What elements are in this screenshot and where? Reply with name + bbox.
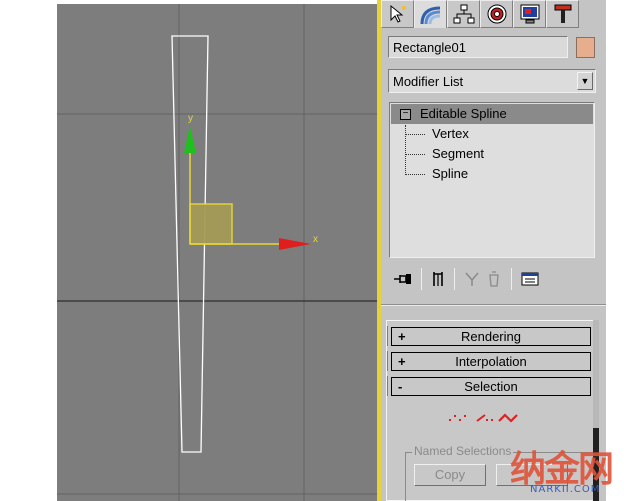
- watermark-url: NARKII.COM: [530, 484, 601, 495]
- tree-dash: [405, 154, 425, 155]
- vertex-level-icon: [449, 415, 466, 421]
- rainbow-arc-icon: [420, 6, 440, 24]
- modify-tab[interactable]: [414, 0, 447, 28]
- expand-plus-icon: +: [398, 329, 406, 344]
- rollout-bracket: [387, 376, 390, 396]
- command-panel: Rectangle01 Modifier List ▼ − Editable S…: [381, 0, 606, 501]
- remove-modifier-button: [483, 267, 505, 291]
- make-unique-icon: [465, 272, 479, 286]
- toolbar-separator: [421, 268, 422, 290]
- modifier-stack[interactable]: − Editable Spline Vertex Segment Spline: [389, 102, 595, 258]
- rollout-interpolation[interactable]: + Interpolation: [391, 352, 591, 371]
- tree-dash: [405, 134, 425, 135]
- rollout-selection[interactable]: - Selection: [391, 377, 591, 396]
- stack-subitem-spline[interactable]: Spline: [432, 166, 468, 182]
- toolbar-separator: [511, 268, 512, 290]
- motion-icon: [487, 4, 506, 24]
- expand-plus-icon: +: [398, 354, 406, 369]
- hammer-icon: [554, 4, 571, 23]
- chevron-down-icon[interactable]: ▼: [577, 72, 593, 90]
- stack-item-editable-spline[interactable]: − Editable Spline: [391, 104, 593, 124]
- hierarchy-tab[interactable]: [447, 0, 480, 28]
- gizmo-x-arrow: [279, 238, 311, 250]
- stack-toolbar: [391, 266, 596, 292]
- tree-dash: [405, 174, 425, 175]
- segment-level-icon: [476, 414, 493, 422]
- gizmo-x-label: x: [313, 234, 318, 245]
- trash-bin-icon: [489, 271, 499, 287]
- make-unique-button: [461, 267, 483, 291]
- configure-sets-icon: [521, 272, 539, 286]
- display-tab[interactable]: [513, 0, 546, 28]
- pin-stack-button[interactable]: [391, 267, 415, 291]
- named-selections-label: Named Selections: [412, 444, 514, 458]
- spline-level-icon: [498, 413, 518, 423]
- rollout-bracket: [387, 351, 390, 371]
- command-panel-tabs: [381, 0, 606, 28]
- watermark: 纳金网 NARKII.COM: [510, 440, 630, 500]
- copy-button[interactable]: Copy: [414, 464, 486, 486]
- hierarchy-icon: [453, 4, 474, 24]
- gizmo-y-label: y: [188, 113, 193, 124]
- stack-subitem-segment[interactable]: Segment: [432, 146, 484, 162]
- configure-modifier-sets-button[interactable]: [518, 267, 542, 291]
- modifier-list-dropdown[interactable]: Modifier List ▼: [388, 69, 596, 93]
- gizmo-y-arrow: [184, 126, 196, 153]
- object-name-field[interactable]: Rectangle01: [388, 36, 568, 58]
- rollout-label: Rendering: [461, 329, 521, 344]
- toolbar-separator: [454, 268, 455, 290]
- pin-icon: [394, 274, 411, 284]
- stack-subitem-vertex[interactable]: Vertex: [432, 126, 469, 142]
- cursor-star-icon: [390, 4, 406, 23]
- stack-item-label: Editable Spline: [420, 106, 507, 121]
- collapse-minus-icon[interactable]: −: [400, 109, 411, 120]
- rollout-label: Selection: [464, 379, 518, 394]
- show-end-result-icon: [433, 272, 443, 286]
- rollout-rendering[interactable]: + Rendering: [391, 327, 591, 346]
- perspective-viewport[interactable]: y x: [57, 4, 377, 501]
- create-tab[interactable]: [381, 0, 414, 28]
- motion-tab[interactable]: [480, 0, 513, 28]
- show-end-result-button[interactable]: [428, 267, 448, 291]
- rollout-bracket: [387, 326, 390, 346]
- panel-divider: [381, 304, 606, 306]
- rollout-label: Interpolation: [455, 354, 527, 369]
- modifier-list-label: Modifier List: [393, 74, 464, 89]
- utilities-tab[interactable]: [546, 0, 579, 28]
- collapse-minus-icon: -: [398, 379, 403, 394]
- object-color-swatch[interactable]: [576, 37, 595, 58]
- subobject-level-buttons: [447, 410, 537, 426]
- gizmo-xy-plane: [189, 203, 233, 245]
- tree-line: [405, 125, 406, 175]
- display-monitor-icon: [520, 4, 539, 24]
